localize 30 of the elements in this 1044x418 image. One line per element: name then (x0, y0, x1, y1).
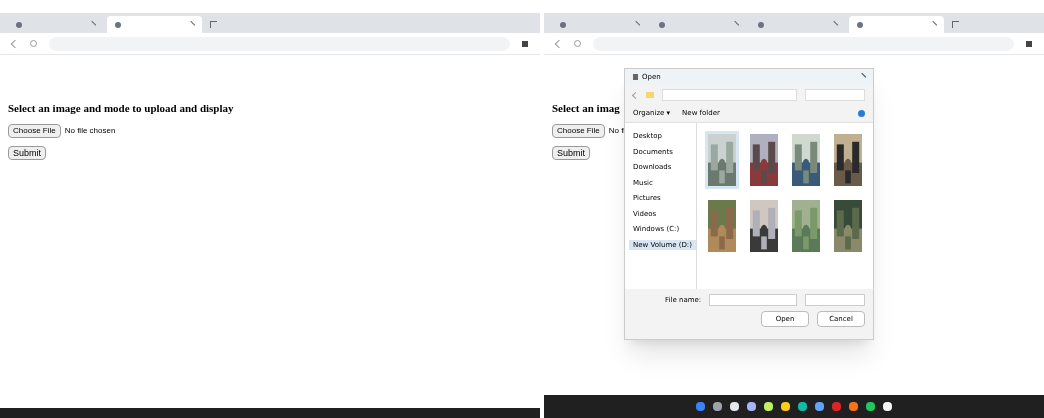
page-icon (758, 21, 764, 28)
file-thumbnail[interactable] (831, 197, 865, 255)
page-icon (16, 21, 22, 28)
browser-tab[interactable] (849, 16, 944, 33)
page-heading: Select an image and mode to upload and display (8, 101, 234, 116)
file-thumbnail[interactable] (747, 131, 781, 189)
page-icon (857, 21, 863, 28)
choose-file-button[interactable]: Choose File (8, 124, 61, 138)
folder-icon (646, 92, 654, 98)
file-thumbnail[interactable] (789, 131, 823, 189)
page-icon (560, 21, 566, 28)
browser-tab[interactable] (107, 16, 202, 33)
submit-button[interactable]: Submit (8, 146, 46, 160)
file-name-field[interactable] (709, 294, 797, 306)
search-field[interactable] (805, 89, 865, 101)
file-status: No fi (608, 125, 626, 137)
submit-button[interactable]: Submit (552, 146, 590, 160)
file-thumbnail[interactable] (705, 197, 739, 255)
file-thumbnail[interactable] (831, 131, 865, 189)
choose-file-button[interactable]: Choose File (552, 124, 605, 138)
page-icon (659, 21, 665, 28)
help-icon[interactable] (858, 110, 865, 117)
dialog-icon (633, 74, 638, 80)
file-thumbnail[interactable] (747, 197, 781, 255)
path-field[interactable] (662, 89, 797, 101)
page-heading: Select an imag (552, 101, 620, 116)
file-status: No file chosen (64, 125, 116, 137)
file-thumbnail[interactable] (705, 131, 739, 189)
page-icon (115, 21, 121, 28)
file-thumbnail[interactable] (789, 197, 823, 255)
